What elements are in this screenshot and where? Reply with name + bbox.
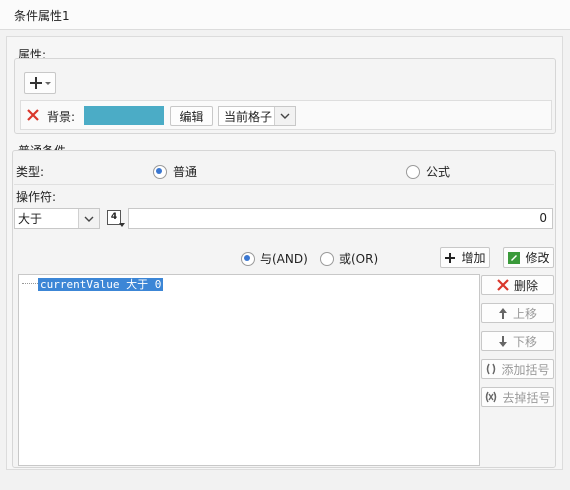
add-condition-button[interactable]: 增加	[440, 247, 490, 268]
list-item-label: currentValue 大于 0	[38, 278, 164, 291]
delete-property-button[interactable]	[24, 106, 42, 124]
radio-icon	[406, 164, 420, 179]
logic-option-and-label: 与(AND)	[260, 252, 308, 266]
close-icon	[497, 279, 509, 291]
add-bracket-label: 添加括号	[501, 362, 550, 377]
add-property-button[interactable]	[24, 72, 56, 94]
chevron-down-icon	[274, 107, 295, 125]
operator-select-value: 大于	[18, 212, 43, 226]
delete-button-label: 删除	[513, 278, 538, 293]
remove-bracket-button[interactable]: 去掉括号	[481, 387, 554, 407]
arrow-up-icon	[498, 307, 507, 319]
value-type-button[interactable]: 4	[106, 208, 126, 230]
remove-brackets-icon	[486, 391, 497, 403]
radio-icon	[320, 251, 334, 266]
radio-icon	[241, 251, 255, 266]
move-down-button[interactable]: 下移	[481, 331, 554, 351]
move-up-button[interactable]: 上移	[481, 303, 554, 323]
move-down-label: 下移	[512, 334, 537, 349]
operator-label: 操作符:	[16, 190, 57, 204]
add-bracket-button[interactable]: 添加括号	[481, 359, 554, 379]
value-input[interactable]: 0	[128, 208, 553, 229]
logic-option-or[interactable]: 或(OR)	[320, 250, 378, 267]
type-option-formula[interactable]: 公式	[406, 163, 450, 180]
brackets-icon	[487, 363, 496, 375]
window-title: 条件属性1	[14, 9, 70, 23]
list-item[interactable]: currentValue 大于 0	[38, 276, 164, 292]
remove-bracket-label: 去掉括号	[502, 390, 551, 405]
logic-option-or-label: 或(OR)	[339, 252, 379, 266]
type-option-formula-label: 公式	[426, 165, 451, 179]
chevron-down-icon	[119, 223, 125, 227]
delete-button[interactable]: 删除	[481, 275, 554, 295]
modify-condition-label: 修改	[525, 251, 550, 265]
scope-select-value: 当前格子	[224, 109, 273, 124]
add-condition-label: 增加	[461, 251, 486, 265]
radio-icon	[153, 164, 167, 179]
scope-select[interactable]: 当前格子	[218, 106, 296, 126]
logic-option-and[interactable]: 与(AND)	[241, 250, 308, 267]
condition-list[interactable]	[18, 274, 480, 466]
type-label: 类型:	[16, 165, 45, 179]
tree-connector	[22, 283, 38, 284]
type-option-normal-label: 普通	[173, 165, 198, 179]
plus-icon	[445, 252, 456, 263]
move-up-label: 上移	[512, 306, 537, 321]
modify-condition-button[interactable]: 修改	[503, 247, 554, 268]
operator-select[interactable]: 大于	[14, 208, 100, 229]
edit-icon	[508, 251, 521, 264]
arrow-down-icon	[498, 335, 507, 347]
chevron-down-icon	[78, 209, 99, 228]
close-icon	[27, 109, 39, 121]
type-option-normal[interactable]: 普通	[153, 163, 197, 180]
plus-icon	[30, 77, 51, 89]
title-bar	[0, 0, 570, 30]
divider	[14, 184, 554, 185]
background-label: 背景:	[47, 110, 76, 124]
edit-button[interactable]: 编辑	[170, 106, 213, 126]
color-swatch[interactable]	[84, 106, 164, 125]
